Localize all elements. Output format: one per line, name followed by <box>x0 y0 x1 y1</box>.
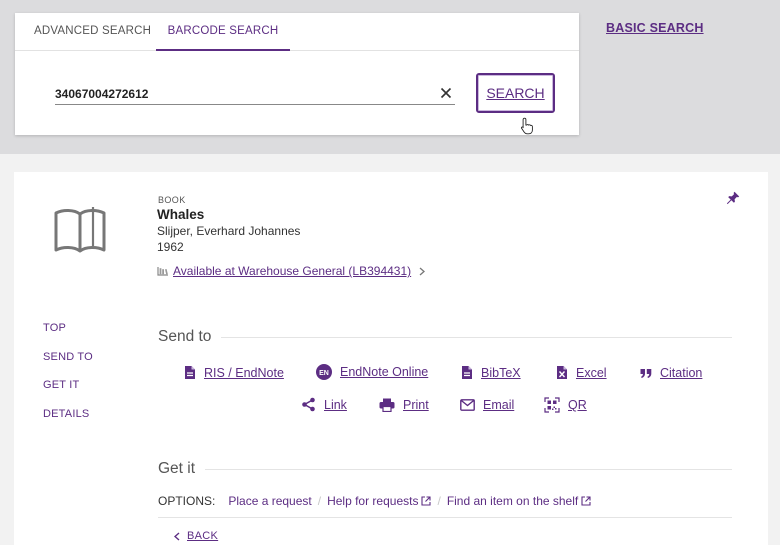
share-icon <box>302 397 315 412</box>
get-it-options: OPTIONS: Place a request / Help for requ… <box>158 494 591 508</box>
print-action[interactable]: Print <box>379 398 429 412</box>
record-side-nav: TOP SEND TO GET IT DETAILS <box>43 322 93 437</box>
chevron-right-icon <box>419 267 426 275</box>
divider <box>158 517 732 518</box>
record-title[interactable]: Whales <box>157 207 204 222</box>
excel-label[interactable]: Excel <box>576 366 607 380</box>
help-for-requests-link[interactable]: Help for requests <box>327 494 432 508</box>
close-icon[interactable] <box>440 87 452 99</box>
barcode-input[interactable] <box>55 83 455 105</box>
chevron-left-icon <box>174 531 180 541</box>
send-to-section-heading: Send to <box>158 328 732 346</box>
citation-action[interactable]: Citation <box>640 366 702 380</box>
search-band: ADVANCED SEARCH BARCODE SEARCH SEARCH BA… <box>0 0 780 154</box>
link-label[interactable]: Link <box>324 398 347 412</box>
bibtex-label[interactable]: BibTeX <box>481 366 521 380</box>
tab-advanced-search[interactable]: ADVANCED SEARCH <box>34 13 151 51</box>
excel-icon <box>557 366 567 379</box>
find-item-on-shelf-label[interactable]: Find an item on the shelf <box>447 494 578 508</box>
open-book-icon <box>54 207 106 253</box>
help-for-requests-label[interactable]: Help for requests <box>327 494 418 508</box>
search-card: ADVANCED SEARCH BARCODE SEARCH SEARCH <box>15 13 579 135</box>
nav-get-it[interactable]: GET IT <box>43 379 93 408</box>
email-label[interactable]: Email <box>483 398 514 412</box>
pin-icon[interactable] <box>726 191 740 205</box>
book-shelf-icon <box>157 267 168 276</box>
get-it-section-heading: Get it <box>158 460 732 478</box>
excel-action[interactable]: Excel <box>556 365 607 380</box>
search-button[interactable]: SEARCH <box>476 73 555 113</box>
options-label: OPTIONS: <box>158 494 216 508</box>
endnote-badge-text: EN <box>319 370 329 377</box>
email-action[interactable]: Email <box>460 398 514 412</box>
link-action[interactable]: Link <box>301 397 347 412</box>
nav-send-to[interactable]: SEND TO <box>43 351 93 380</box>
qr-code-icon <box>544 397 560 413</box>
ris-endnote-label[interactable]: RIS / EndNote <box>204 366 284 380</box>
envelope-icon <box>460 399 475 411</box>
endnote-online-label[interactable]: EndNote Online <box>340 365 428 379</box>
send-to-heading: Send to <box>158 328 212 345</box>
citation-label[interactable]: Citation <box>660 366 702 380</box>
record-type: BOOK <box>158 195 186 205</box>
document-icon <box>462 366 472 379</box>
separator: / <box>437 494 441 508</box>
nav-top[interactable]: TOP <box>43 322 93 351</box>
endnote-online-action[interactable]: EN EndNote Online <box>316 364 428 380</box>
basic-search-link[interactable]: BASIC SEARCH <box>606 21 704 35</box>
divider <box>205 468 732 470</box>
hand-cursor-icon <box>521 117 533 135</box>
external-link-icon <box>581 496 591 506</box>
qr-action[interactable]: QR <box>544 397 587 413</box>
get-it-heading: Get it <box>158 460 196 477</box>
search-tabs: ADVANCED SEARCH BARCODE SEARCH <box>15 13 579 51</box>
divider <box>221 336 732 338</box>
place-request-link[interactable]: Place a request <box>228 494 311 508</box>
printer-icon <box>379 398 395 412</box>
tab-barcode-search[interactable]: BARCODE SEARCH <box>156 13 290 51</box>
availability-link[interactable]: Available at Warehouse General (LB394431… <box>173 264 411 278</box>
nav-details[interactable]: DETAILS <box>43 408 93 437</box>
back-label[interactable]: BACK <box>187 530 218 542</box>
find-item-on-shelf-link[interactable]: Find an item on the shelf <box>447 494 591 508</box>
record-year: 1962 <box>157 240 184 254</box>
document-icon <box>185 366 195 379</box>
bibtex-action[interactable]: BibTeX <box>461 365 521 380</box>
record-card: BOOK Whales Slijper, Everhard Johannes 1… <box>14 172 768 545</box>
ris-endnote-action[interactable]: RIS / EndNote <box>184 365 284 380</box>
separator: / <box>317 494 322 508</box>
qr-label[interactable]: QR <box>568 398 587 412</box>
external-link-icon <box>421 496 432 506</box>
quote-icon <box>640 368 652 378</box>
record-author: Slijper, Everhard Johannes <box>157 224 301 238</box>
availability-status[interactable]: Available at Warehouse General (LB394431… <box>157 264 426 278</box>
place-request-label[interactable]: Place a request <box>228 494 311 508</box>
back-button[interactable]: BACK <box>174 530 218 542</box>
print-label[interactable]: Print <box>403 398 429 412</box>
endnote-badge-icon: EN <box>316 364 332 380</box>
